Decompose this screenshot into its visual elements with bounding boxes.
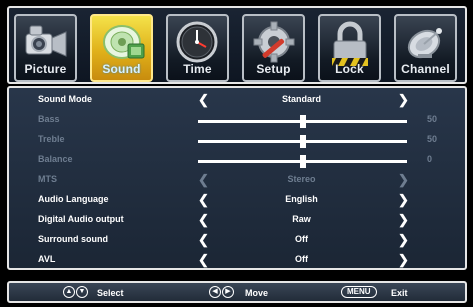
setting-row-digital-audio-output[interactable]: Digital Audio output ❮ Raw ❯ [9,211,465,231]
menu-tab-bar: Picture Sound Time Setup Lock Channel [7,6,467,84]
treble-slider[interactable] [198,135,407,148]
setting-label: Surround sound [38,234,108,244]
help-move: ◀ ▶ Move [209,285,289,301]
camera-icon [25,25,67,57]
clock-icon [176,21,218,63]
help-move-label: Move [245,288,269,298]
tab-channel[interactable]: Channel [394,14,457,82]
tab-setup[interactable]: Setup [242,14,305,82]
arrow-right-icon[interactable]: ❯ [398,92,409,108]
setting-row-surround-sound[interactable]: Surround sound ❮ Off ❯ [9,231,465,251]
help-select-label: Select [97,288,124,298]
tab-picture[interactable]: Picture [14,14,77,82]
arrow-right-icon[interactable]: ❯ [398,232,409,248]
padlock-icon [332,21,368,66]
arrow-left-icon[interactable]: ❮ [198,232,209,248]
tab-sound[interactable]: Sound [90,14,153,82]
slider-thumb[interactable] [299,155,306,168]
tab-label: Channel [401,62,450,76]
setting-number: 50 [427,134,438,144]
tab-label: Picture [24,62,67,76]
tab-time[interactable]: Time [166,14,229,82]
setting-row-mts[interactable]: MTS ❮ Stereo ❯ [9,171,465,191]
setting-number: 50 [427,114,438,124]
speaker-icon [103,25,145,59]
wrench-gear-icon [253,21,295,63]
setting-label: MTS [38,174,57,184]
satellite-dish-icon [407,28,442,59]
arrow-right-icon[interactable]: ❯ [398,212,409,228]
setting-value: Stereo [287,174,316,184]
setting-row-treble[interactable]: Treble 50 [9,131,465,151]
setting-value: Off [295,254,308,264]
setting-row-audio-language[interactable]: Audio Language ❮ English ❯ [9,191,465,211]
tab-label: Time [183,62,212,76]
left-arrow-icon: ◀ [209,286,221,298]
setting-value: Off [295,234,308,244]
setting-row-balance[interactable]: Balance 0 [9,151,465,171]
down-arrow-icon: ▼ [76,286,88,298]
setting-row-avl[interactable]: AVL ❮ Off ❯ [9,251,465,271]
arrow-left-icon[interactable]: ❮ [198,172,209,188]
tab-lock[interactable]: Lock [318,14,381,82]
bass-slider[interactable] [198,115,407,128]
arrow-left-icon[interactable]: ❮ [198,252,209,268]
setting-value: Raw [292,214,311,224]
setting-row-bass[interactable]: Bass 50 [9,111,465,131]
setting-label: Balance [38,154,73,164]
sound-settings-panel: Sound Mode ❮ Standard ❯ Bass 50 Treble 5… [7,86,467,270]
arrow-left-icon[interactable]: ❮ [198,212,209,228]
tab-label: Sound [102,62,141,76]
setting-label: Bass [38,114,60,124]
tab-label: Setup [256,62,291,76]
setting-label: Audio Language [38,194,109,204]
right-arrow-icon: ▶ [222,286,234,298]
arrow-right-icon[interactable]: ❯ [398,172,409,188]
up-arrow-icon: ▲ [63,286,75,298]
menu-key-icon: MENU [341,286,377,298]
arrow-left-icon[interactable]: ❮ [198,192,209,208]
arrow-right-icon[interactable]: ❯ [398,252,409,268]
help-bar: ▲ ▼ Select ◀ ▶ Move MENU Exit [7,281,467,303]
setting-label: Treble [38,134,65,144]
tab-label: Lock [335,62,364,76]
setting-number: 0 [427,154,433,164]
setting-value: Standard [281,94,321,104]
help-select: ▲ ▼ Select [63,285,143,301]
setting-label: Digital Audio output [38,214,124,224]
setting-label: Sound Mode [38,94,92,104]
slider-thumb[interactable] [299,135,306,148]
setting-row-sound-mode[interactable]: Sound Mode ❮ Standard ❯ [9,91,465,111]
setting-label: AVL [38,254,56,264]
balance-slider[interactable] [198,155,407,168]
slider-thumb[interactable] [299,115,306,128]
setting-value: English [285,194,318,204]
arrow-right-icon[interactable]: ❯ [398,192,409,208]
help-exit-label: Exit [391,288,408,298]
arrow-left-icon[interactable]: ❮ [198,92,209,108]
help-exit: MENU Exit [341,285,431,301]
